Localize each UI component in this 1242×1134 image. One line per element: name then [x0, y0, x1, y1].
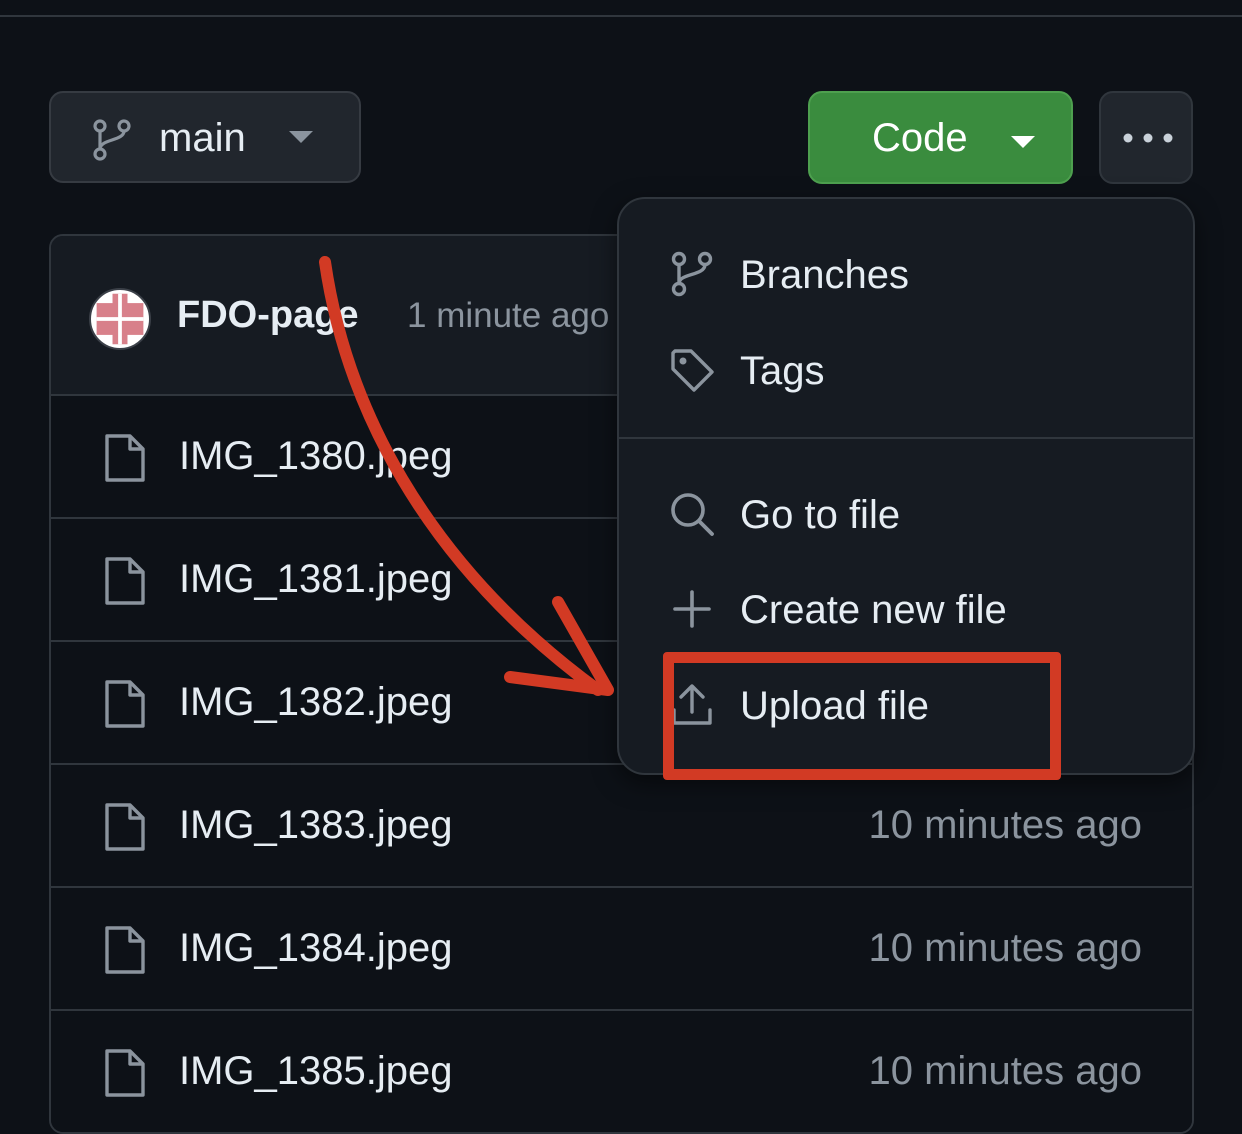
file-name[interactable]: IMG_1383.jpeg	[179, 803, 453, 848]
caret-down-icon	[289, 131, 313, 143]
commit-author[interactable]: FDO-page	[177, 294, 359, 337]
file-icon	[105, 803, 145, 851]
more-options-button[interactable]	[1099, 91, 1193, 184]
menu-divider	[619, 437, 1193, 439]
git-branch-icon	[93, 119, 131, 161]
file-time: 10 minutes ago	[868, 1049, 1142, 1093]
search-icon	[671, 493, 714, 536]
file-row[interactable]: IMG_1384.jpeg 10 minutes ago	[51, 888, 1192, 1011]
avatar-image	[96, 293, 144, 345]
file-time: 10 minutes ago	[868, 926, 1142, 970]
file-icon	[105, 926, 145, 974]
file-row[interactable]: IMG_1385.jpeg 10 minutes ago	[51, 1011, 1192, 1132]
menu-item-label: Branches	[740, 253, 909, 297]
code-button-label: Code	[872, 116, 968, 160]
menu-item-branches[interactable]: Branches	[619, 227, 1193, 317]
git-branch-icon	[671, 251, 713, 297]
branch-selector-button[interactable]: main	[49, 91, 361, 183]
branch-name: main	[159, 116, 246, 160]
menu-item-label: Create new file	[740, 588, 1007, 632]
file-row[interactable]: IMG_1383.jpeg 10 minutes ago	[51, 765, 1192, 888]
menu-item-label: Go to file	[740, 493, 901, 537]
caret-down-icon	[1011, 136, 1035, 148]
menu-item-create-new-file[interactable]: Create new file	[619, 562, 1193, 652]
file-name[interactable]: IMG_1380.jpeg	[179, 434, 453, 479]
file-name[interactable]: IMG_1381.jpeg	[179, 557, 453, 602]
menu-item-label: Tags	[740, 349, 825, 393]
file-icon	[105, 680, 145, 728]
commit-time: 1 minute ago	[407, 296, 610, 335]
file-icon	[105, 557, 145, 605]
annotation-highlight-box	[663, 652, 1061, 780]
code-button[interactable]: Code	[808, 91, 1073, 184]
file-time: 10 minutes ago	[868, 803, 1142, 847]
file-name[interactable]: IMG_1384.jpeg	[179, 926, 453, 971]
avatar[interactable]	[89, 288, 151, 350]
file-name[interactable]: IMG_1382.jpeg	[179, 680, 453, 725]
tag-icon	[671, 349, 714, 392]
file-icon	[105, 1049, 145, 1097]
plus-icon	[673, 590, 711, 628]
menu-item-go-to-file[interactable]: Go to file	[619, 467, 1193, 557]
file-icon	[105, 434, 145, 482]
kebab-horizontal-icon	[1123, 133, 1173, 143]
menu-item-tags[interactable]: Tags	[619, 323, 1193, 413]
header-divider	[0, 15, 1242, 17]
file-name[interactable]: IMG_1385.jpeg	[179, 1049, 453, 1094]
